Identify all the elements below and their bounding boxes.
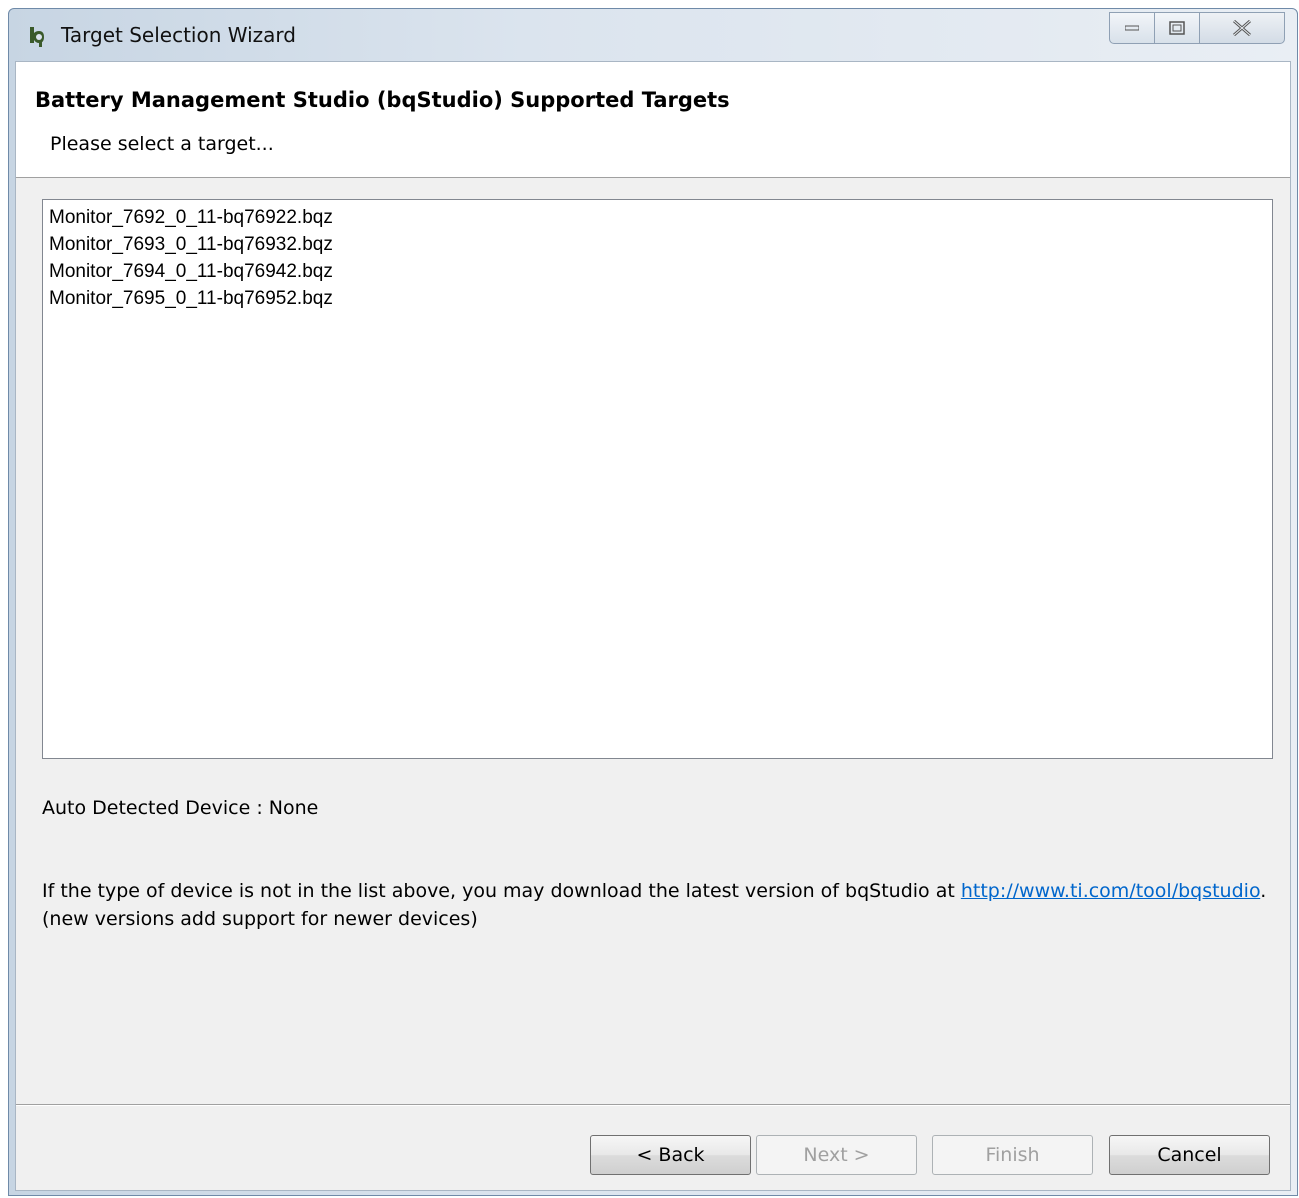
title-bar[interactable]: Target Selection Wizard xyxy=(9,9,1297,61)
minimize-icon xyxy=(1125,25,1139,31)
next-button[interactable]: Next > xyxy=(756,1135,917,1175)
back-button[interactable]: < Back xyxy=(590,1135,751,1175)
page-subtitle: Please select a target... xyxy=(50,133,274,155)
download-info: If the type of device is not in the list… xyxy=(42,877,1282,933)
maximize-button[interactable] xyxy=(1154,12,1200,44)
list-item[interactable]: Monitor_7693_0_11-bq76932.bqz xyxy=(49,231,1266,258)
info-note: (new versions add support for newer devi… xyxy=(42,908,478,930)
target-listbox[interactable]: Monitor_7692_0_11-bq76922.bqz Monitor_76… xyxy=(42,199,1273,759)
list-item[interactable]: Monitor_7692_0_11-bq76922.bqz xyxy=(49,204,1266,231)
info-text-end: . xyxy=(1260,880,1267,902)
window-title: Target Selection Wizard xyxy=(61,23,296,47)
restore-icon xyxy=(1169,21,1185,35)
finish-button[interactable]: Finish xyxy=(932,1135,1093,1175)
bq-app-icon xyxy=(27,26,47,48)
button-separator xyxy=(16,1104,1290,1106)
info-text: If the type of device is not in the list… xyxy=(42,880,961,902)
auto-detected-device-label: Auto Detected Device : None xyxy=(42,797,319,819)
list-item[interactable]: Monitor_7695_0_11-bq76952.bqz xyxy=(49,285,1266,312)
wizard-header: Battery Management Studio (bqStudio) Sup… xyxy=(16,62,1290,178)
wizard-content: Battery Management Studio (bqStudio) Sup… xyxy=(15,61,1291,1191)
cancel-button[interactable]: Cancel xyxy=(1109,1135,1270,1175)
bqstudio-download-link[interactable]: http://www.ti.com/tool/bqstudio xyxy=(961,880,1260,902)
close-button[interactable] xyxy=(1199,12,1285,44)
close-icon xyxy=(1233,20,1251,36)
list-item[interactable]: Monitor_7694_0_11-bq76942.bqz xyxy=(49,258,1266,285)
page-title: Battery Management Studio (bqStudio) Sup… xyxy=(35,88,730,112)
wizard-window: Target Selection Wizard Battery Manageme… xyxy=(8,8,1298,1196)
minimize-button[interactable] xyxy=(1109,12,1155,44)
